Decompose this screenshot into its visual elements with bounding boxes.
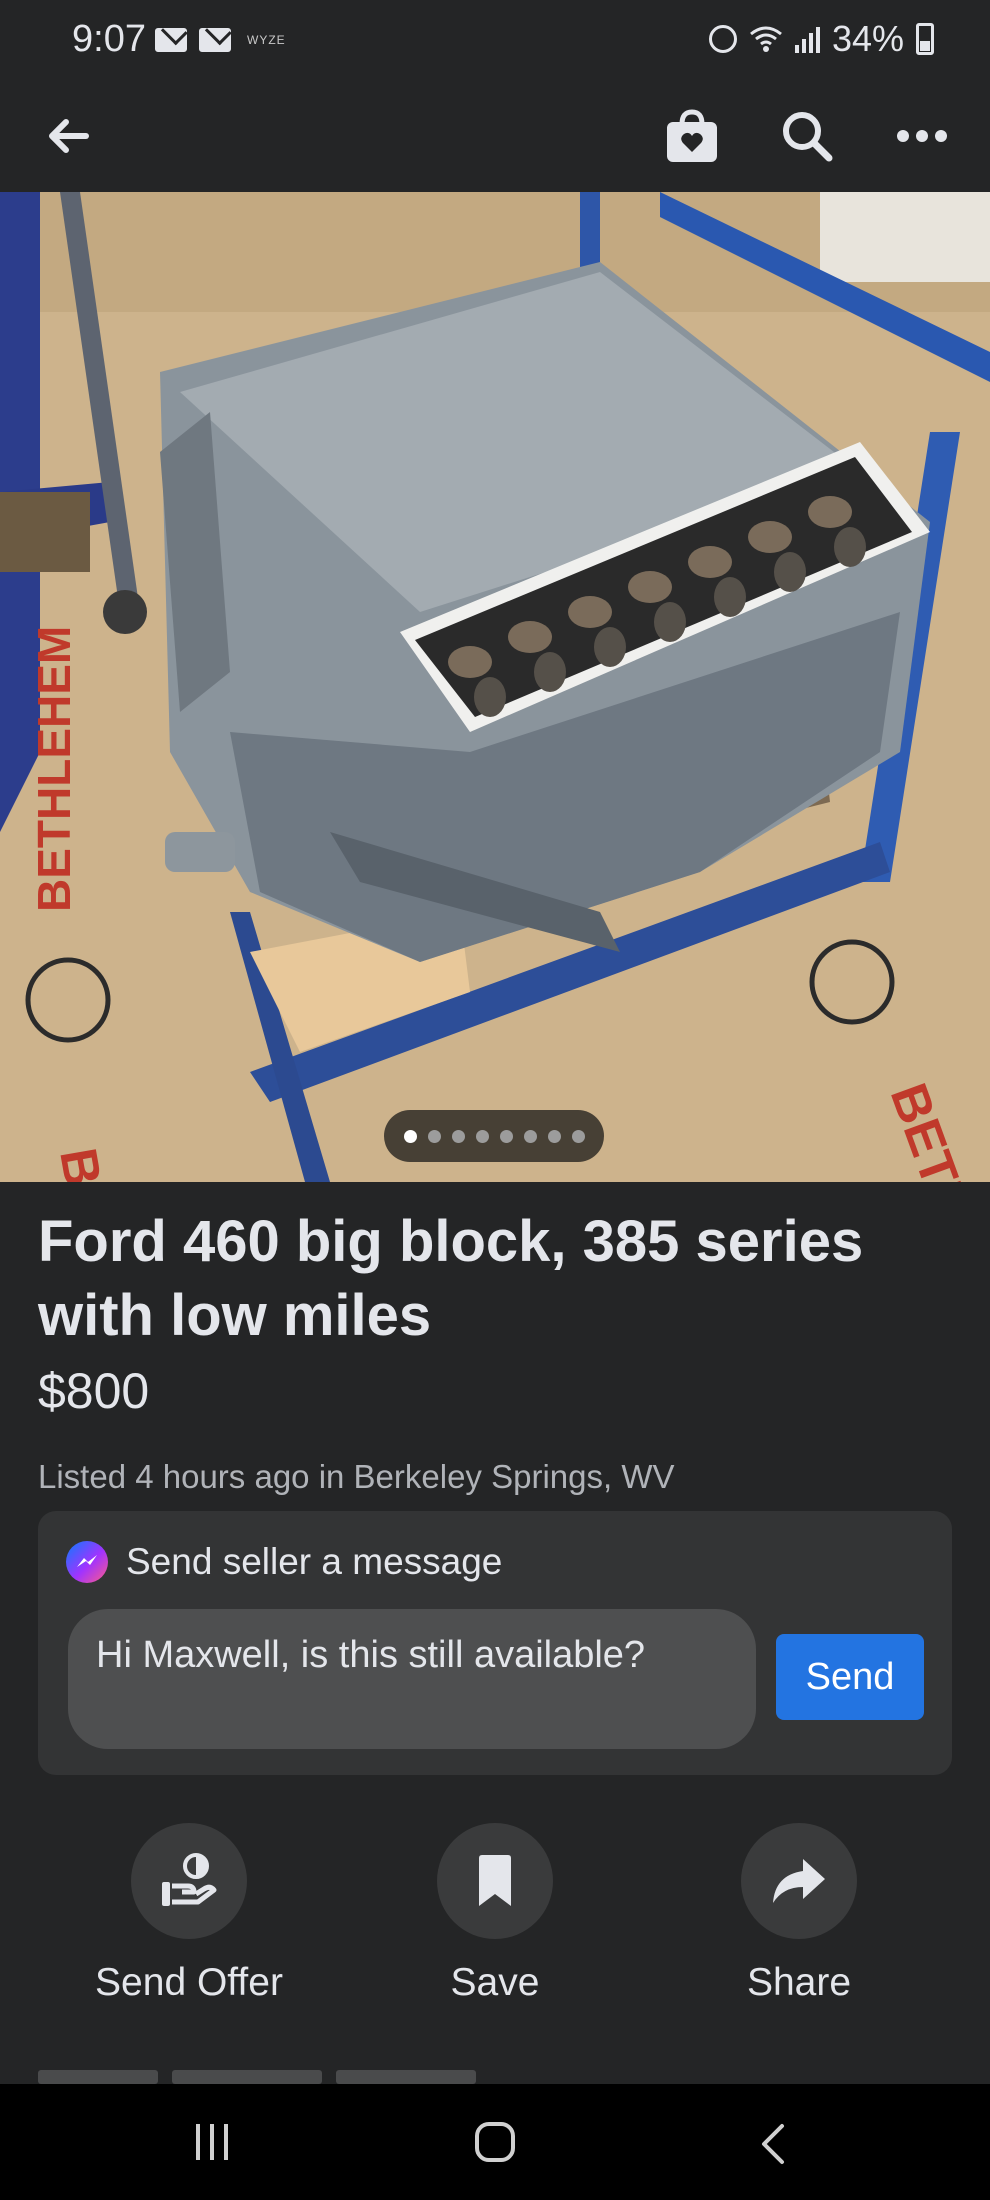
message-header-label: Send seller a message xyxy=(126,1541,503,1582)
listing-photo[interactable]: BETHLEHEM BETH BETH xyxy=(0,192,990,1182)
alarm-icon xyxy=(708,25,737,53)
home-icon[interactable] xyxy=(475,2122,515,2162)
carousel-dot[interactable] xyxy=(547,1129,561,1143)
bookmark-icon[interactable] xyxy=(437,1823,553,1939)
listing-title: Ford 460 big block, 385 series with low … xyxy=(38,1209,864,1348)
wifi-icon xyxy=(750,26,782,52)
more-icon[interactable] xyxy=(890,104,954,168)
carousel-dot[interactable] xyxy=(475,1129,489,1143)
message-input[interactable]: Hi Maxwell, is this still available? xyxy=(68,1609,756,1749)
recent-apps-icon[interactable] xyxy=(196,2124,228,2160)
save-button[interactable]: Save xyxy=(365,1823,625,2005)
carousel-dot[interactable] xyxy=(523,1129,537,1143)
search-icon[interactable] xyxy=(775,104,839,168)
top-nav xyxy=(0,80,990,192)
marketplace-bag-icon[interactable] xyxy=(660,104,724,168)
share-label: Share xyxy=(746,1961,852,2004)
status-right: 34% xyxy=(708,18,934,60)
send-button[interactable]: Send xyxy=(776,1634,924,1720)
svg-text:BETHLEHEM: BETHLEHEM xyxy=(28,626,80,912)
messenger-icon xyxy=(66,1541,108,1583)
status-time: 9:07 xyxy=(72,18,146,60)
carousel-dot[interactable] xyxy=(403,1129,417,1143)
send-offer-button[interactable]: Send Offer xyxy=(59,1823,319,2005)
mail-icon xyxy=(155,28,187,52)
engine-photo-illustration: BETHLEHEM BETH BETH xyxy=(0,192,990,1182)
save-label: Save xyxy=(450,1961,540,2004)
carousel-indicator[interactable] xyxy=(384,1110,604,1162)
carousel-dot[interactable] xyxy=(571,1129,585,1143)
wyze-icon: WYZE xyxy=(247,33,286,47)
listing-meta[interactable]: Listed 4 hours ago in Berkeley Springs, … xyxy=(38,1458,675,1496)
message-seller-card: Send seller a message Hi Maxwell, is thi… xyxy=(38,1511,952,1775)
status-bar: 9:07 WYZE 34% xyxy=(0,0,990,80)
battery-percent: 34% xyxy=(831,18,904,59)
share-icon[interactable] xyxy=(741,1823,857,1939)
carousel-dot[interactable] xyxy=(427,1129,441,1143)
notification-icons: WYZE xyxy=(155,28,286,52)
system-back-icon[interactable] xyxy=(758,2122,788,2171)
signal-icon xyxy=(794,25,820,53)
mail-icon xyxy=(199,28,231,52)
next-section-heading-partial xyxy=(38,2070,738,2084)
back-arrow-icon[interactable] xyxy=(36,104,100,168)
send-offer-label: Send Offer xyxy=(95,1961,283,2004)
carousel-dot[interactable] xyxy=(499,1129,513,1143)
listing-price: $800 xyxy=(38,1363,150,1419)
message-header: Send seller a message xyxy=(66,1541,502,1583)
carousel-dot[interactable] xyxy=(451,1129,465,1143)
share-button[interactable]: Share xyxy=(669,1823,929,2005)
battery-icon xyxy=(916,23,934,55)
system-nav-bar xyxy=(0,2084,990,2200)
send-offer-icon[interactable] xyxy=(131,1823,247,1939)
